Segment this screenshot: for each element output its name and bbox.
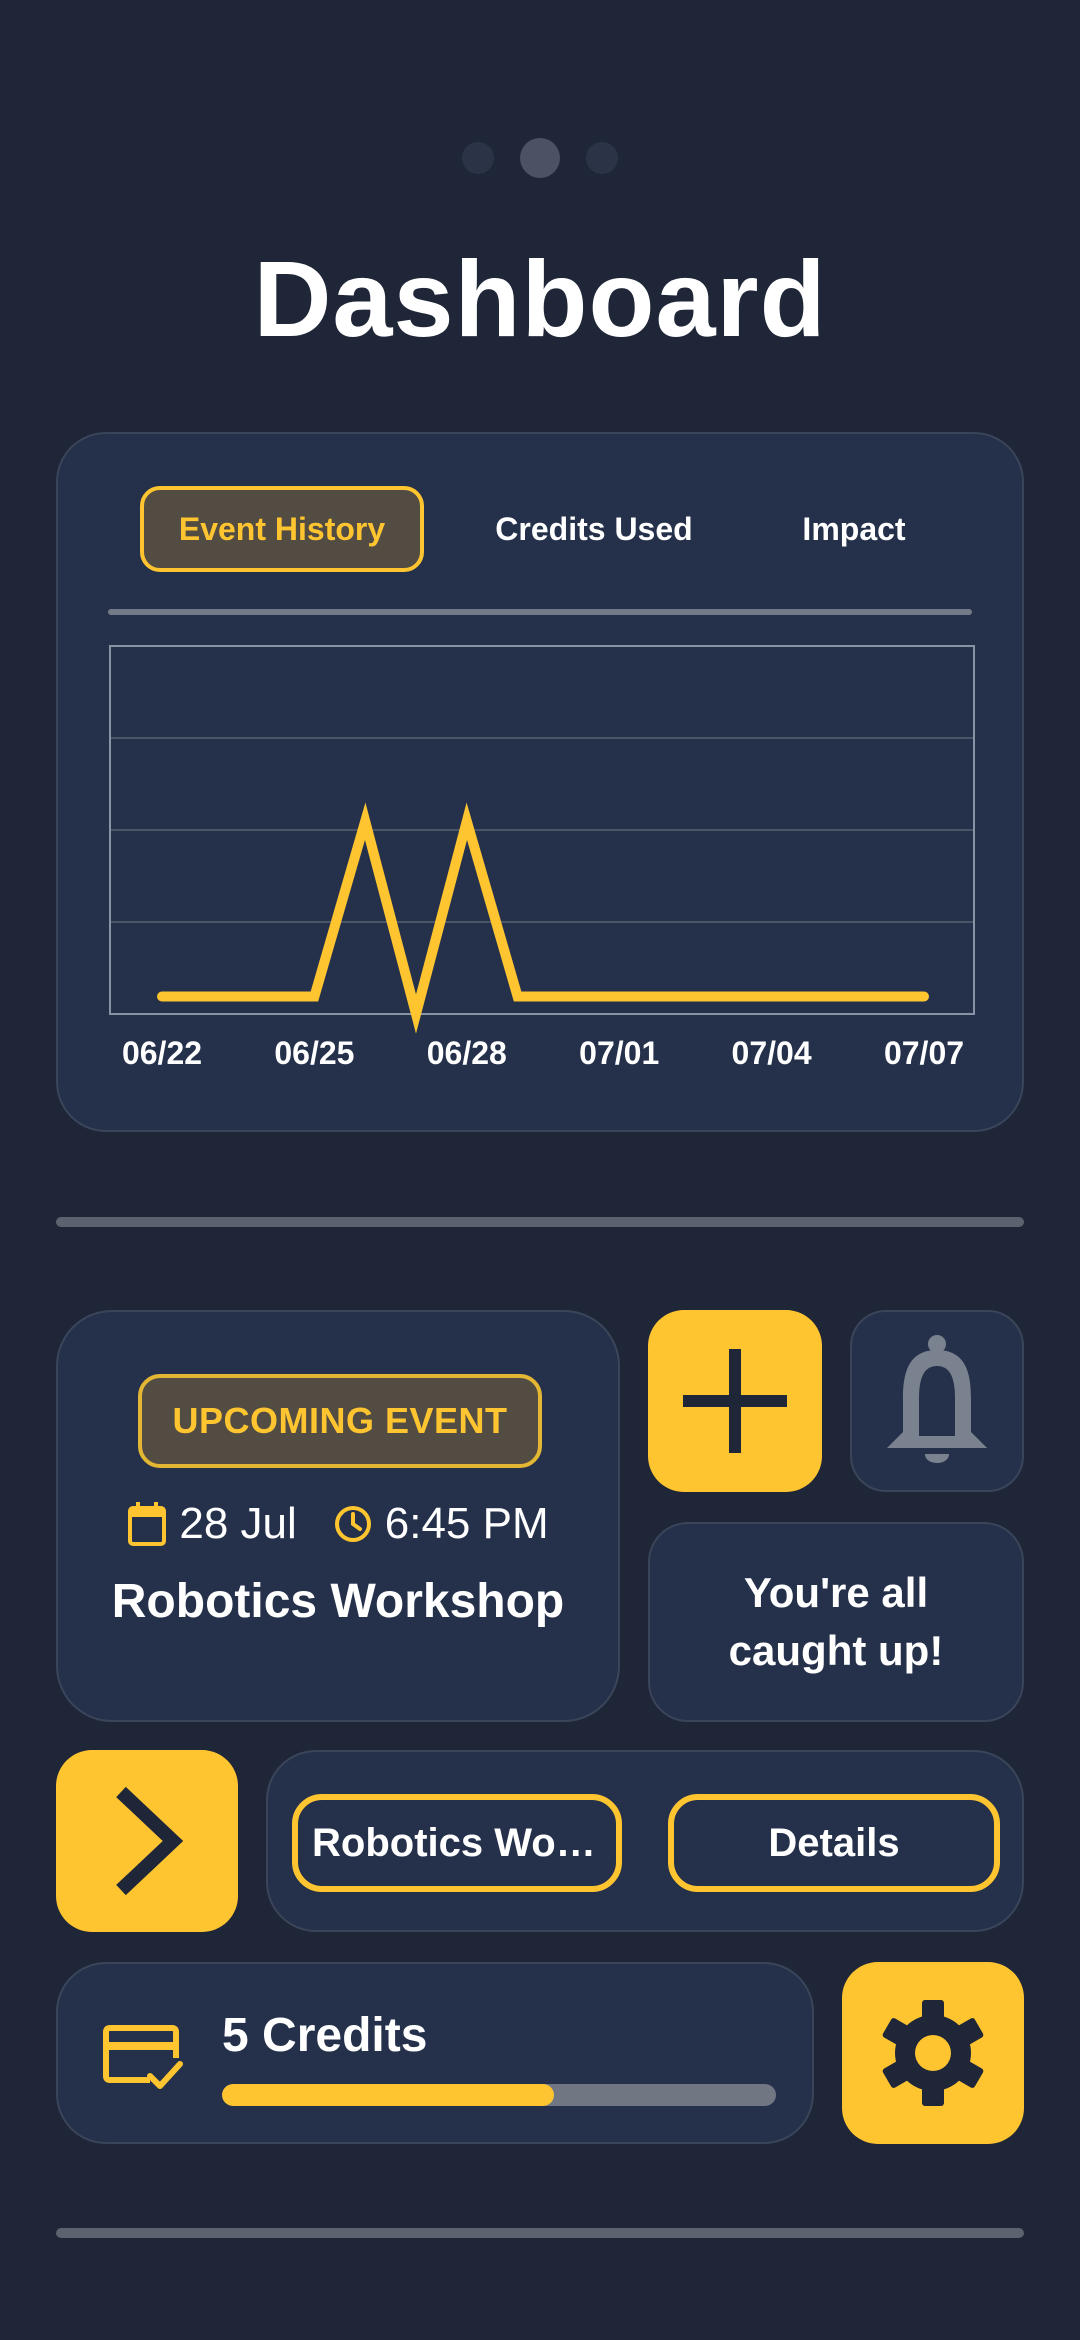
credits-card[interactable]: 5 Credits <box>56 1962 814 2144</box>
event-name-button[interactable]: Robotics Workshop <box>292 1794 622 1892</box>
event-name-button-label: Robotics Workshop <box>312 1820 602 1865</box>
event-history-chart: 06/22 06/25 06/28 07/01 07/04 07/07 <box>109 645 975 1071</box>
clock-icon <box>333 1504 373 1544</box>
notifications-message: You're all caught up! <box>728 1569 944 1674</box>
page-title: Dashboard <box>253 238 827 359</box>
add-event-button[interactable] <box>648 1310 822 1492</box>
gear-icon <box>882 2000 984 2106</box>
x-tick-label: 06/22 <box>122 1035 202 1071</box>
credits-progress-fill <box>222 2084 555 2106</box>
notifications-status-card: You're all caught up! <box>648 1522 1024 1722</box>
chart-card: Event History Credits Used Impact 06/22 0… <box>56 432 1024 1132</box>
x-tick-label: 07/01 <box>579 1035 659 1071</box>
credits-progress-track <box>222 2084 776 2106</box>
calendar-icon <box>127 1501 167 1547</box>
page-dot[interactable] <box>586 142 618 174</box>
card-check-icon <box>100 2022 184 2097</box>
x-tick-label: 06/25 <box>274 1035 354 1071</box>
chevron-right-icon <box>116 1786 184 1896</box>
event-name: Robotics Workshop <box>111 1575 565 1628</box>
settings-button[interactable] <box>842 1962 1024 2144</box>
section-divider <box>56 1217 1024 1227</box>
event-time: 6:45 PM <box>384 1499 549 1548</box>
bell-icon <box>887 1335 987 1463</box>
bottom-divider <box>56 2228 1024 2238</box>
chart-series-line <box>157 802 929 1034</box>
upcoming-event-badge: UPCOMING EVENT <box>138 1374 542 1468</box>
page-dot-active[interactable] <box>520 138 560 178</box>
x-tick-label: 06/28 <box>427 1035 507 1071</box>
details-button[interactable]: Details <box>668 1794 1000 1892</box>
notifications-button[interactable] <box>850 1310 1024 1492</box>
event-meta: 28 Jul 6:45 PM <box>58 1494 618 1554</box>
plus-icon <box>683 1349 787 1453</box>
event-date: 28 Jul <box>179 1499 297 1548</box>
page-indicator <box>0 138 1080 178</box>
x-tick-label: 07/07 <box>884 1035 964 1071</box>
credits-label: 5 Credits <box>222 2009 428 2062</box>
upcoming-event-card[interactable]: UPCOMING EVENT 28 Jul 6:45 PM Robotics W… <box>56 1310 620 1722</box>
next-button[interactable] <box>56 1750 238 1932</box>
page-dot[interactable] <box>462 142 494 174</box>
x-tick-label: 07/04 <box>732 1035 812 1071</box>
event-actions-card: Robotics Workshop Details <box>266 1750 1024 1932</box>
